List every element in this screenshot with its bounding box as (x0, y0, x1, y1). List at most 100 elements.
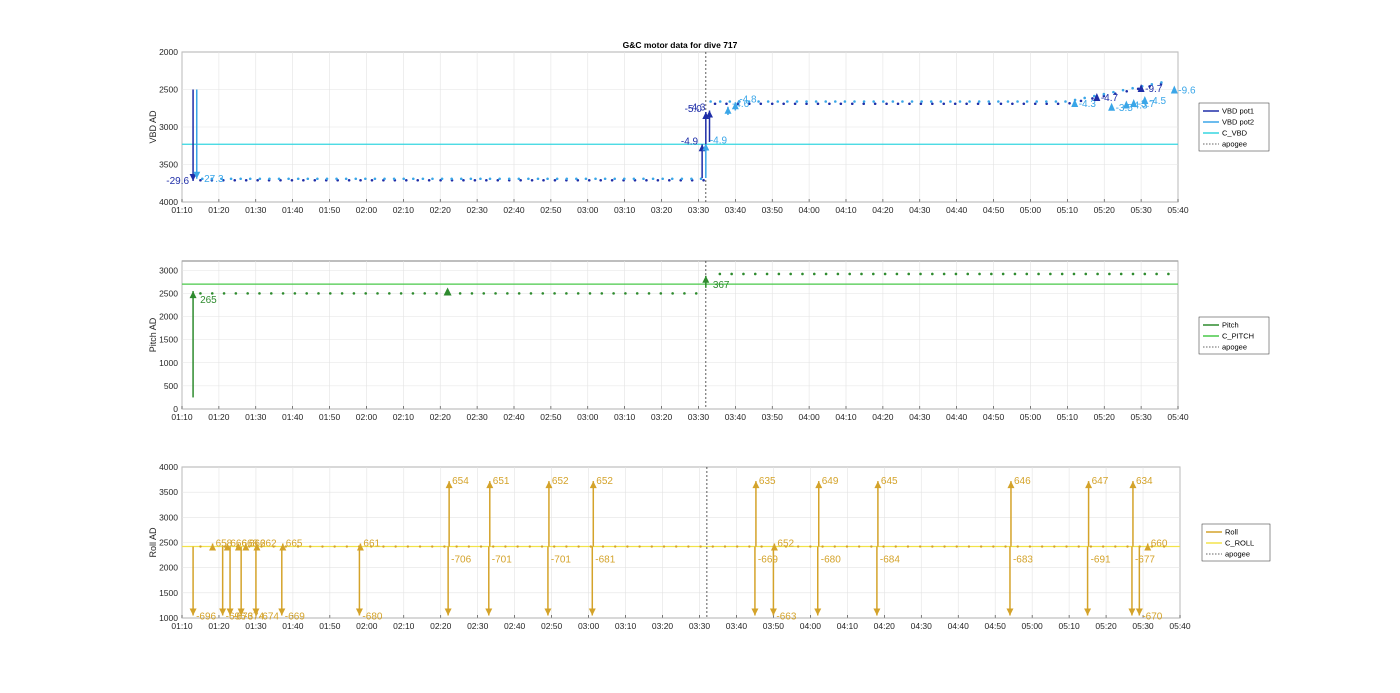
x-tick-label: 02:10 (393, 205, 415, 215)
roll-down-label: -680 (362, 611, 382, 622)
x-tick-label: 03:50 (762, 412, 784, 422)
vbd-point (416, 178, 420, 182)
pitch-point (293, 292, 297, 295)
x-tick-label: 03:00 (578, 621, 600, 631)
vbd-point (404, 178, 408, 182)
pitch-point (730, 272, 733, 276)
vbd-point (359, 178, 362, 182)
vbd-point (718, 100, 722, 103)
roll-point (906, 545, 910, 548)
vbd-point (920, 100, 923, 103)
x-tick-label: 05:00 (1022, 621, 1044, 631)
roll-point (1126, 545, 1129, 548)
legend-entry: C_PITCH (1222, 332, 1254, 341)
pitch-point (647, 292, 651, 295)
x-tick-label: 03:10 (614, 412, 636, 422)
vbd-point (1033, 102, 1037, 106)
x-tick-label: 03:10 (615, 621, 637, 631)
roll-point (528, 545, 532, 548)
vbd-point (814, 100, 818, 103)
x-tick-label: 05:40 (1167, 205, 1189, 215)
pitch-point (1143, 272, 1147, 276)
pitch-point (352, 292, 356, 295)
pitch-point (411, 292, 415, 295)
roll-point (345, 545, 349, 548)
pitch-point (435, 292, 438, 295)
vbd-point (988, 102, 991, 106)
vbd-point (795, 100, 799, 103)
roll-up-label: 654 (452, 476, 469, 487)
vbd-point (805, 102, 808, 106)
x-tick-label: 03:30 (688, 412, 710, 422)
vbd-point (873, 102, 877, 106)
x-tick-label: 02:00 (356, 205, 378, 215)
vbd-point (268, 177, 271, 181)
vbd-point (656, 178, 660, 182)
vbd-point (354, 177, 358, 181)
y-tick-label: 3000 (159, 122, 178, 132)
vbd-point (680, 177, 684, 181)
roll-up-label: 662 (260, 539, 277, 550)
x-tick-label: 04:50 (983, 205, 1005, 215)
roll-point (870, 545, 873, 548)
roll-up-label: 652 (552, 476, 569, 487)
vbd-point (248, 177, 252, 181)
vbd-point (594, 177, 597, 181)
pitch-point (305, 292, 308, 295)
vbd-point (1011, 102, 1014, 106)
pitch-point (258, 292, 261, 295)
y-axis-label: VBD AD (148, 110, 158, 144)
x-tick-label: 03:00 (577, 412, 599, 422)
pitch-point (600, 292, 604, 295)
y-axis-label: Pitch AD (148, 317, 158, 352)
pitch-point (659, 292, 663, 295)
vbd-point (872, 100, 875, 103)
vbd-point (431, 177, 434, 181)
pitch-point (576, 292, 580, 295)
pitch-point (565, 292, 568, 295)
vbd-point (1006, 100, 1010, 103)
vbd-point (942, 102, 946, 106)
vbd-point (302, 178, 305, 182)
x-tick-label: 04:10 (835, 412, 857, 422)
vbd-arrow-label: -4.9 (710, 136, 728, 147)
vbd-point (485, 178, 488, 182)
roll-point (601, 545, 605, 548)
pitch-point (1072, 272, 1076, 276)
roll-up-label: 635 (759, 476, 776, 487)
x-tick-label: 05:10 (1057, 205, 1079, 215)
vbd-point (1035, 100, 1039, 103)
vbd-point (290, 178, 294, 182)
x-tick-label: 02:30 (466, 412, 488, 422)
roll-point (699, 545, 702, 548)
vbd-point (645, 178, 648, 182)
x-tick-label: 03:40 (726, 621, 748, 631)
x-tick-label: 02:00 (356, 621, 378, 631)
pitch-point (269, 292, 273, 295)
pitch-point (765, 272, 769, 276)
vbd-point (862, 100, 866, 103)
vbd-point (546, 177, 549, 181)
vbd-point (530, 178, 534, 182)
vbd-point (642, 177, 645, 181)
pitch-point (624, 292, 627, 295)
x-tick-label: 04:00 (800, 621, 822, 631)
pitch-point (588, 292, 592, 295)
vbd-point (1045, 100, 1048, 103)
vbd-point (553, 178, 557, 182)
x-tick-label: 02:10 (393, 621, 415, 631)
roll-point (1101, 545, 1105, 548)
roll-up-label: 665 (286, 539, 303, 550)
pitch-point (529, 292, 533, 295)
pitch-point (990, 272, 993, 276)
x-tick-label: 04:20 (872, 412, 894, 422)
vbd-point (392, 177, 396, 181)
x-tick-label: 03:10 (614, 205, 636, 215)
y-tick-label: 3500 (159, 487, 178, 497)
legend-entry: Pitch (1222, 321, 1239, 330)
roll-point (565, 545, 568, 548)
vbd-point (427, 178, 431, 182)
pitch-point (328, 292, 332, 295)
x-tick-label: 01:20 (208, 621, 230, 631)
x-tick-label: 04:50 (983, 412, 1005, 422)
